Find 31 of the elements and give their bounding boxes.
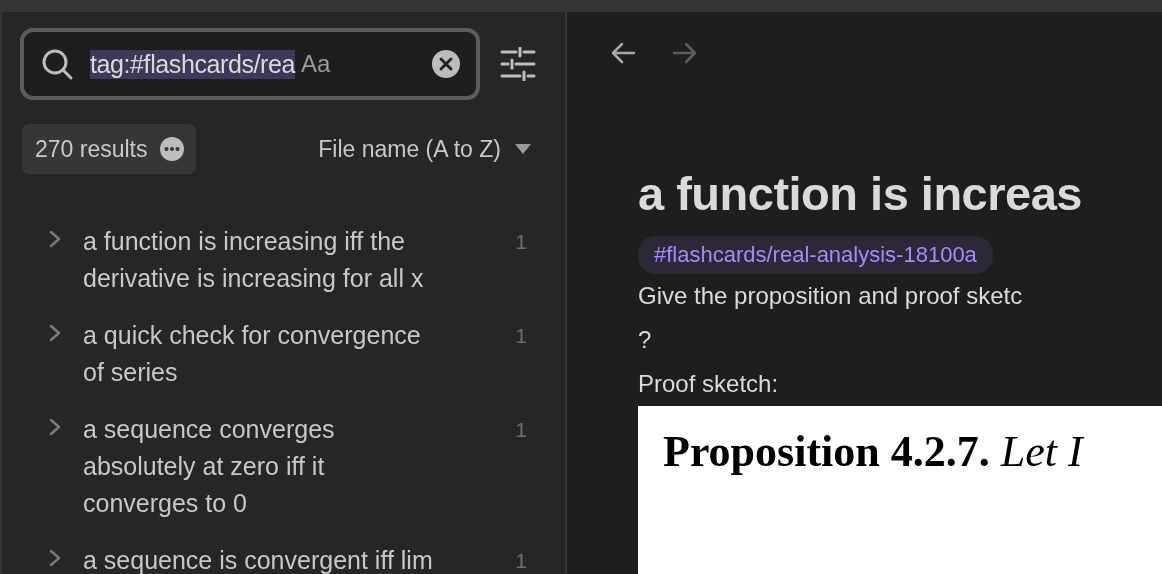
chevron-icon[interactable] — [48, 229, 62, 249]
result-title[interactable]: a quick check for convergence of series — [83, 317, 443, 391]
results-count-badge[interactable]: 270 results — [22, 124, 196, 174]
search-query: tag:#flashcards/rea — [90, 49, 296, 79]
result-title[interactable]: a sequence is convergent iff lim — [83, 542, 443, 574]
note-text: Give the proposition and proof sketc — [638, 281, 1024, 311]
caret-icon — [515, 144, 531, 154]
proposition-text: Proposition 4.2.7. Let I — [663, 426, 1086, 477]
note-text: Proof sketch: — [638, 369, 780, 399]
clear-icon[interactable] — [432, 50, 460, 78]
result-title[interactable]: a sequence converges absolutely at zero iff it converges to 0 — [83, 411, 443, 522]
note-text: ? — [638, 325, 653, 355]
match-count: 1 — [515, 417, 527, 443]
match-count: 1 — [515, 323, 527, 349]
note-title: a function is increas — [638, 166, 1083, 222]
settings-icon[interactable] — [500, 47, 536, 81]
search-field[interactable]: tag:#flashcards/rea Aa — [20, 28, 480, 100]
forward-arrow-icon[interactable] — [672, 42, 698, 64]
chevron-icon[interactable] — [48, 323, 62, 343]
chevron-icon[interactable] — [48, 548, 62, 568]
tag-pill[interactable]: #flashcards/real-analysis-18100a — [638, 236, 993, 274]
result-title[interactable]: a function is increasing iff the derivative is increasing for all x — [83, 223, 443, 297]
back-arrow-icon[interactable] — [610, 42, 636, 64]
match-count: 1 — [515, 548, 527, 574]
chevron-icon[interactable] — [48, 417, 62, 437]
more-icon[interactable] — [159, 137, 184, 161]
match-count: 1 — [515, 229, 527, 255]
results-count: 270 results — [35, 135, 148, 163]
search-icon — [40, 47, 74, 81]
match-case-button[interactable]: Aa — [295, 50, 331, 78]
sort-dropdown[interactable]: File name (A to Z) — [318, 135, 531, 163]
